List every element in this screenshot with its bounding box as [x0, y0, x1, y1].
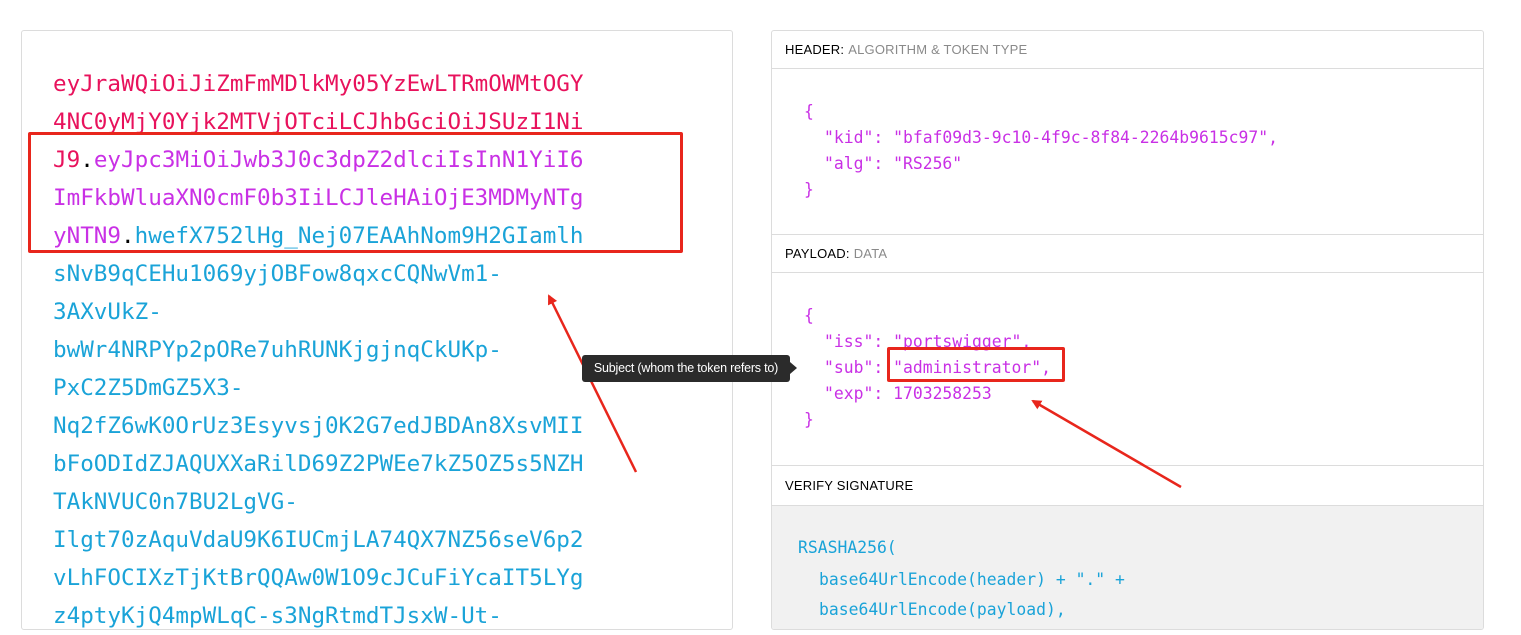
payload-open-brace: { [804, 306, 814, 325]
header-close-brace: } [804, 180, 814, 199]
token-segment-sig: vLhFOCIXzTjKtBrQQAw0W1O9cJCuFiYcaIT5LYg [53, 565, 584, 591]
payload-highlight-box [28, 132, 683, 253]
payload-exp-key: "exp" [824, 384, 874, 403]
token-line: z4ptyKjQ4mpWLqC-s3NgRtmdTJsxW-Ut- [53, 597, 653, 635]
payload-section-title: PAYLOAD: DATA [772, 235, 1483, 273]
verify-signature-body: RSASHA256( base64UrlEncode(header) + "."… [772, 506, 1483, 629]
encoded-token-panel[interactable]: eyJraWQiOiJiZmFmMDlkMy05YzEwLTRmOWMtOGY 4… [21, 30, 733, 630]
token-segment-sig: 3AXvUkZ- [53, 299, 162, 325]
token-line: 3AXvUkZ- [53, 293, 653, 331]
payload-title: PAYLOAD: [785, 246, 850, 261]
verify-line-2: base64UrlEncode(header) + "." + [819, 570, 1125, 589]
token-segment-header: eyJraWQiOiJiZmFmMDlkMy05YzEwLTRmOWMtOGY [53, 71, 584, 97]
token-line: vLhFOCIXzTjKtBrQQAw0W1O9cJCuFiYcaIT5LYg [53, 559, 653, 597]
header-subtitle: ALGORITHM & TOKEN TYPE [848, 42, 1028, 57]
token-line: bFoODIdZJAQUXXaRilD69Z2PWEe7kZ5OZ5s5NZH [53, 445, 653, 483]
token-segment-sig: TAkNVUC0n7BU2LgVG- [53, 489, 298, 515]
token-segment-sig: Ilgt70zAquVdaU9K6IUCmjLA74QX7NZ56seV6p2 [53, 527, 584, 553]
header-kid-value: "bfaf09d3-9c10-4f9c-8f84-2264b9615c97" [893, 128, 1269, 147]
tooltip-pointer [790, 362, 797, 374]
token-line: Ilgt70zAquVdaU9K6IUCmjLA74QX7NZ56seV6p2 [53, 521, 653, 559]
token-segment-sig: Nq2fZ6wK0OrUz3Esyvsj0K2G7edJBDAn8XsvMII [53, 413, 584, 439]
header-section-title: HEADER: ALGORITHM & TOKEN TYPE [772, 31, 1483, 69]
token-line: bwWr4NRPYp2pORe7uhRUNKjgjnqCkUKp- [53, 331, 653, 369]
payload-json-editor[interactable]: { "iss": "portswigger", "sub": "administ… [772, 273, 1483, 466]
header-title: HEADER: [785, 42, 845, 57]
decoded-panel: HEADER: ALGORITHM & TOKEN TYPE { "kid": "… [771, 30, 1484, 630]
token-segment-sig: bwWr4NRPYp2pORe7uhRUNKjgjnqCkUKp- [53, 337, 502, 363]
payload-exp-value: 1703258253 [893, 384, 992, 403]
header-kid-key: "kid" [824, 128, 874, 147]
token-line: eyJraWQiOiJiZmFmMDlkMy05YzEwLTRmOWMtOGY [53, 65, 653, 103]
verify-line-1: RSASHA256( [798, 538, 897, 557]
payload-iss-key: "iss" [824, 332, 874, 351]
payload-subtitle: DATA [853, 246, 888, 261]
token-line: PxC2Z5DmGZ5X3- [53, 369, 653, 407]
sub-highlight-box [887, 347, 1065, 382]
token-line: Nq2fZ6wK0OrUz3Esyvsj0K2G7edJBDAn8XsvMII [53, 407, 653, 445]
token-segment-sig: z4ptyKjQ4mpWLqC-s3NgRtmdTJsxW-Ut- [53, 603, 502, 629]
verify-signature-title: VERIFY SIGNATURE [772, 466, 1483, 506]
verify-line-3: base64UrlEncode(payload), [819, 600, 1066, 619]
header-json-editor[interactable]: { "kid": "bfaf09d3-9c10-4f9c-8f84-2264b9… [772, 69, 1483, 235]
header-open-brace: { [804, 102, 814, 121]
payload-sub-key: "sub" [824, 358, 874, 377]
payload-close-brace: } [804, 410, 814, 429]
token-line: sNvB9qCEHu1069yjOBFow8qxcCQNwVm1- [53, 255, 653, 293]
token-segment-sig: PxC2Z5DmGZ5X3- [53, 375, 244, 401]
token-line: TAkNVUC0n7BU2LgVG- [53, 483, 653, 521]
verify-title: VERIFY SIGNATURE [785, 478, 914, 493]
token-segment-sig: sNvB9qCEHu1069yjOBFow8qxcCQNwVm1- [53, 261, 502, 287]
header-alg-value: "RS256" [893, 154, 963, 173]
subject-tooltip: Subject (whom the token refers to) [582, 355, 790, 382]
header-alg-key: "alg" [824, 154, 874, 173]
token-segment-sig: bFoODIdZJAQUXXaRilD69Z2PWEe7kZ5OZ5s5NZH [53, 451, 584, 477]
